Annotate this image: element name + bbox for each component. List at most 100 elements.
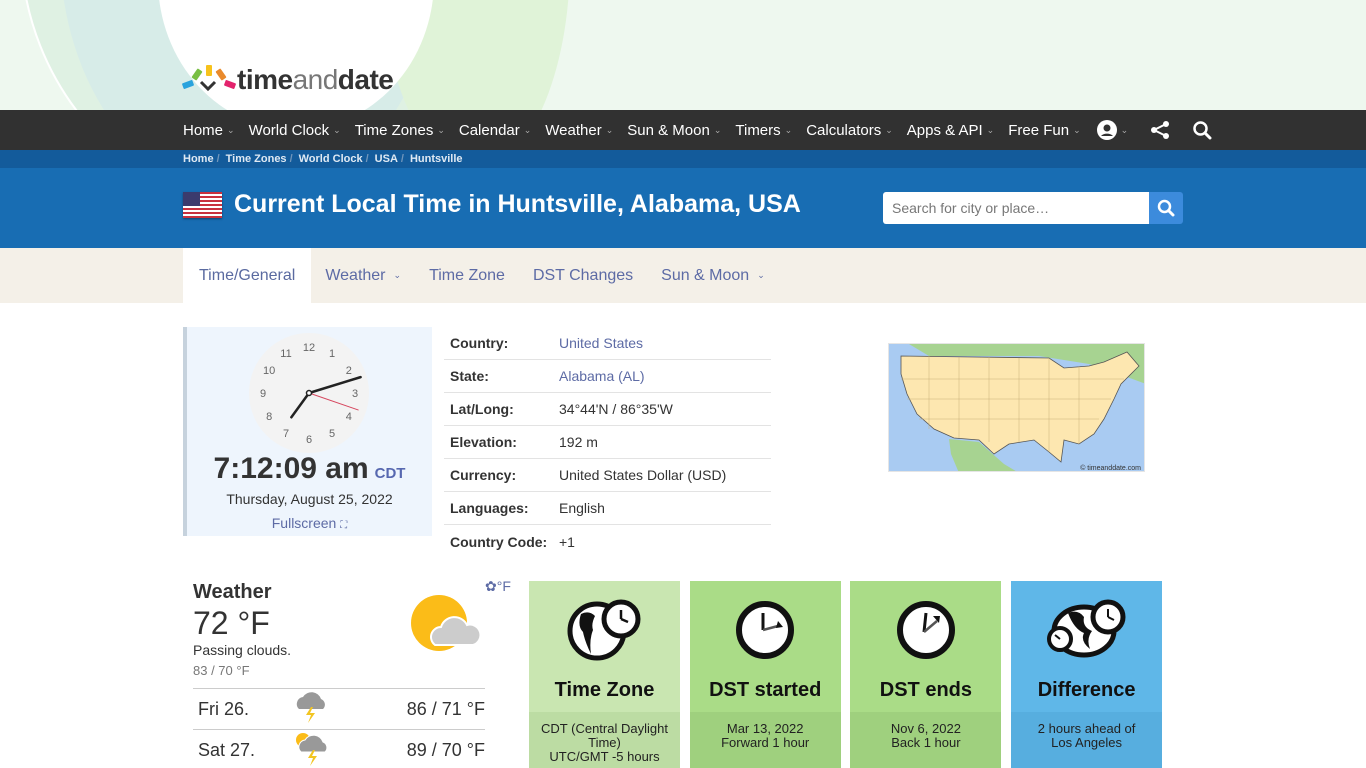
dst-end-icon [850, 599, 1001, 661]
gear-icon: ✿ [485, 578, 497, 594]
timezone-abbr[interactable]: CDT [375, 465, 406, 482]
tab-weather[interactable]: Weather ⌄ [311, 248, 415, 303]
info-card-difference[interactable]: Difference 2 hours ahead of Los Angeles [1011, 581, 1163, 768]
card-detail-line: Back 1 hour [891, 735, 961, 750]
nav-item-timers[interactable]: Timers ⌄ [735, 122, 792, 139]
search-icon [1193, 121, 1212, 140]
time-difference-icon [1011, 599, 1162, 659]
breadcrumb-item[interactable]: Huntsville [410, 153, 463, 165]
nav-item-label: Timers [735, 121, 781, 139]
chevron-down-icon: ⌄ [523, 124, 532, 135]
nav-item-home[interactable]: Home ⌄ [183, 122, 235, 139]
chevron-down-icon: ⌄ [784, 124, 793, 135]
location-map[interactable]: © timeanddate.com [888, 343, 1145, 472]
card-detail-line: 2 hours ahead of [1037, 721, 1136, 736]
current-date: Thursday, August 25, 2022 [226, 491, 393, 507]
nav-item-label: Calendar [458, 121, 520, 139]
share-button[interactable] [1150, 120, 1170, 140]
tab-label: Time/General [199, 266, 296, 284]
clock-numeral: 7 [283, 428, 289, 440]
expand-icon: ⛶ [340, 520, 348, 531]
info-key: Currency: [450, 467, 517, 483]
nav-item-weather[interactable]: Weather ⌄ [545, 122, 613, 139]
nav-item-world-clock[interactable]: World Clock ⌄ [249, 122, 341, 139]
tab-label: Weather [325, 266, 386, 284]
info-value[interactable]: Alabama (AL) [559, 368, 645, 384]
nav-item-calculators[interactable]: Calculators ⌄ [806, 122, 893, 139]
account-menu-button[interactable]: ⌄ [1096, 120, 1129, 140]
time-value: 7:12:09 am [213, 452, 369, 485]
chevron-down-icon: ⌄ [605, 124, 614, 135]
current-temperature: 72 °F [193, 605, 270, 641]
search-button[interactable] [1149, 192, 1183, 224]
clock-numeral: 6 [306, 434, 312, 446]
breadcrumb-item[interactable]: Time Zones [226, 153, 287, 165]
info-value: United States Dollar (USD) [559, 467, 727, 483]
card-details: Mar 13, 2022 Forward 1 hour [689, 712, 841, 768]
chevron-down-icon: ⌄ [1073, 124, 1081, 135]
clock-numeral: 5 [329, 428, 335, 440]
card-title: Time Zone [554, 679, 655, 701]
breadcrumb-item[interactable]: Home [183, 153, 214, 165]
chevron-down-icon: ⌄ [713, 124, 722, 135]
chevron-down-icon: ⌄ [227, 124, 235, 135]
chevron-down-icon: ⌄ [757, 270, 765, 280]
chevron-down-icon: ⌄ [437, 124, 445, 135]
tab-label: Time Zone [429, 266, 505, 284]
info-value[interactable]: United States [559, 335, 643, 351]
tab-label: DST Changes [532, 266, 634, 284]
chevron-down-icon: ⌄ [333, 124, 341, 135]
tab-time-general[interactable]: Time/General [183, 248, 312, 303]
site-search-button[interactable] [1192, 120, 1212, 140]
tab-time-zone[interactable]: Time Zone [415, 248, 519, 303]
partly-cloudy-icon [411, 595, 481, 651]
clock-numeral: 12 [303, 342, 315, 354]
unit-settings-button[interactable]: ✿°F [485, 578, 511, 595]
breadcrumb-item[interactable]: USA [375, 153, 398, 165]
nav-item-apps-api[interactable]: Apps & API ⌄ [907, 122, 994, 139]
high-low-temperature: 83 / 70 °F [193, 663, 250, 678]
forecast-temps: 89 / 70 °F [406, 739, 485, 760]
nav-item-calendar[interactable]: Calendar ⌄ [459, 122, 531, 139]
timeanddate-logo[interactable]: timeanddate [181, 64, 394, 96]
site-header: timeanddate [0, 0, 1366, 110]
nav-item-free-fun[interactable]: Free Fun ⌄ [1008, 122, 1080, 139]
info-row: Country: United States [444, 327, 771, 360]
weather-description: Passing clouds. [193, 642, 292, 658]
card-title: Difference [1037, 679, 1136, 701]
clock-numeral: 10 [263, 365, 275, 377]
card-detail-line: UTC/GMT -5 hours [549, 749, 660, 764]
info-card-dst-ends[interactable]: DST ends Nov 6, 2022 Back 1 hour [850, 581, 1002, 768]
clock-numeral: 3 [352, 388, 358, 400]
fullscreen-link[interactable]: Fullscreen ⛶ [187, 515, 432, 531]
tab-sun-moon[interactable]: Sun & Moon ⌄ [647, 248, 779, 303]
info-key: Country: [450, 335, 509, 351]
tab-dst-changes[interactable]: DST Changes [519, 248, 647, 303]
breadcrumb-item[interactable]: World Clock [299, 153, 363, 165]
card-detail-line: Los Angeles [1051, 735, 1123, 750]
breadcrumb-separator: / [400, 153, 404, 165]
info-row: State: Alabama (AL) [444, 360, 771, 393]
nav-item-time-zones[interactable]: Time Zones ⌄ [355, 122, 445, 139]
info-card-dst-started[interactable]: DST started Mar 13, 2022 Forward 1 hour [689, 581, 841, 768]
breadcrumb-separator: / [365, 153, 369, 165]
thunderstorm-icon [293, 689, 343, 730]
search-input[interactable] [883, 192, 1149, 224]
forecast-row[interactable]: Sat 27. 89 / 70 °F [193, 729, 485, 768]
info-row: Languages: English [444, 492, 771, 525]
info-card-time-zone[interactable]: Time Zone CDT (Central Daylight Time) UT… [529, 581, 680, 768]
card-details: Nov 6, 2022 Back 1 hour [850, 712, 1002, 768]
info-row: Currency: United States Dollar (USD) [444, 459, 771, 492]
chevron-down-icon: ⌄ [885, 124, 893, 135]
us-flag-icon [183, 192, 222, 218]
card-title: DST ends [879, 679, 973, 701]
card-details: CDT (Central Daylight Time) UTC/GMT -5 h… [529, 712, 680, 768]
clock-numeral: 9 [260, 388, 266, 400]
forecast-row[interactable]: Fri 26. 86 / 71 °F [193, 688, 485, 729]
clock-numeral: 2 [346, 365, 352, 377]
nav-item-sun-moon[interactable]: Sun & Moon ⌄ [627, 122, 721, 139]
analog-clock: 121234567891011 [249, 333, 369, 453]
chevron-down-icon: ⌄ [1120, 124, 1129, 135]
info-key: Lat/Long: [450, 401, 514, 417]
card-detail-line: Nov 6, 2022 [890, 721, 961, 736]
